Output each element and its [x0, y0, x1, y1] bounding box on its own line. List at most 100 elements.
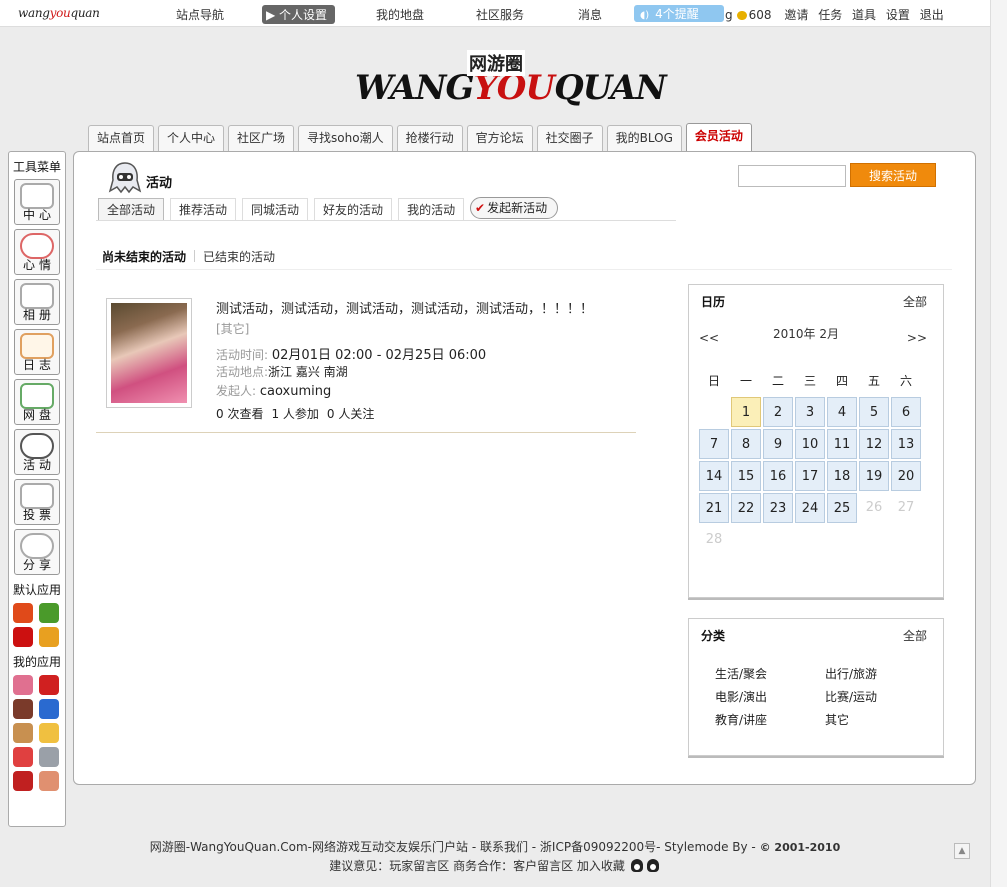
calendar-day[interactable]: 20	[891, 461, 921, 491]
tool-share[interactable]: 分享	[14, 529, 60, 575]
tab-community-square[interactable]: 社区广场	[228, 125, 295, 151]
reminder-badge[interactable]: ◖) 4个提醒	[634, 5, 724, 22]
nav-my-space[interactable]: 我的地盘	[376, 6, 424, 23]
avatar-app-icon[interactable]	[13, 675, 33, 695]
tab-social-circles[interactable]: 社交圈子	[536, 125, 603, 151]
category-item[interactable]: 生活/聚会	[715, 665, 825, 682]
subtab-all[interactable]: 全部活动	[98, 198, 165, 220]
category-all-link[interactable]: 全部	[903, 627, 927, 644]
calendar-day[interactable]: 25	[827, 493, 857, 523]
puppy-app-icon[interactable]	[13, 723, 33, 743]
calendar-day[interactable]: 2	[763, 397, 793, 427]
tab-official-forum[interactable]: 官方论坛	[466, 125, 533, 151]
rabbit-app-icon[interactable]	[13, 603, 33, 623]
calendar-day[interactable]: 8	[731, 429, 761, 459]
sprout-app-icon[interactable]	[39, 603, 59, 623]
vertical-scrollbar[interactable]	[990, 0, 1007, 887]
calendar-day[interactable]: 22	[731, 493, 761, 523]
calendar-day[interactable]: 10	[795, 429, 825, 459]
calendar-day[interactable]: 14	[699, 461, 729, 491]
tool-blog[interactable]: 日志	[14, 329, 60, 375]
tool-activity[interactable]: 活动	[14, 429, 60, 475]
house-app-icon[interactable]	[13, 747, 33, 767]
calendar-day[interactable]: 6	[891, 397, 921, 427]
calendar-all-link[interactable]: 全部	[903, 293, 927, 310]
filter-ended[interactable]: 已结束的活动	[203, 250, 275, 264]
activity-organizer-link[interactable]: caoxuming	[260, 384, 331, 399]
calendar-day[interactable]: 21	[699, 493, 729, 523]
username-tail[interactable]: g	[725, 8, 733, 22]
tool-album[interactable]: 相册	[14, 279, 60, 325]
qq-icon[interactable]	[630, 859, 643, 872]
nav-community[interactable]: 社区服务	[476, 6, 524, 23]
link-logout[interactable]: 退出	[920, 8, 944, 22]
calendar-day[interactable]: 18	[827, 461, 857, 491]
category-item[interactable]: 出行/旅游	[825, 665, 935, 682]
tab-my-blog[interactable]: 我的BLOG	[606, 125, 682, 151]
category-item[interactable]: 比赛/运动	[825, 688, 935, 705]
calendar-next-button[interactable]: >>	[907, 331, 927, 345]
category-item[interactable]: 电影/演出	[715, 688, 825, 705]
site-logo-small[interactable]: wangyouquan	[18, 6, 100, 20]
fighter-app-icon[interactable]	[13, 699, 33, 719]
link-invite[interactable]: 邀请	[784, 8, 808, 22]
subtab-mine[interactable]: 我的活动	[398, 198, 465, 220]
link-tasks[interactable]: 任务	[818, 8, 842, 22]
activity-thumbnail[interactable]	[106, 298, 192, 408]
calendar-prev-button[interactable]: <<	[699, 331, 719, 345]
chart-app-icon[interactable]	[39, 699, 59, 719]
tab-find-soho[interactable]: 寻找soho潮人	[298, 125, 393, 151]
search-activity-button[interactable]: 搜索活动	[850, 163, 936, 187]
calendar-day[interactable]: 24	[795, 493, 825, 523]
activity-category-tag[interactable]: [其它]	[216, 320, 249, 337]
pen-app-icon[interactable]	[39, 675, 59, 695]
subtab-friends[interactable]: 好友的活动	[314, 198, 393, 220]
subtab-recommended[interactable]: 推荐活动	[170, 198, 237, 220]
calendar-day[interactable]: 13	[891, 429, 921, 459]
calendar-day[interactable]: 23	[763, 493, 793, 523]
tab-personal-center[interactable]: 个人中心	[158, 125, 225, 151]
tool-vote[interactable]: 投票	[14, 479, 60, 525]
subtab-same-city[interactable]: 同城活动	[242, 198, 309, 220]
nav-site-guide[interactable]: 站点导航	[176, 6, 224, 23]
back-to-top-icon[interactable]: ▲	[954, 843, 970, 859]
qq-icon[interactable]	[646, 859, 659, 872]
tool-mood[interactable]: 心情	[14, 229, 60, 275]
link-settings[interactable]: 设置	[886, 8, 910, 22]
category-item[interactable]: 其它	[825, 711, 935, 728]
activity-title[interactable]: 测试活动，测试活动，测试活动，测试活动，测试活动，！！！！	[216, 298, 593, 317]
footer-links[interactable]: 网游圈-WangYouQuan.Com-网络游戏互动交友娱乐门户站 - 联系我们…	[150, 840, 756, 854]
calendar-day[interactable]: 9	[763, 429, 793, 459]
red-cross-app-icon[interactable]	[13, 627, 33, 647]
calendar-day[interactable]: 17	[795, 461, 825, 491]
calendar-day[interactable]: 4	[827, 397, 857, 427]
flask-app-icon[interactable]	[39, 723, 59, 743]
calendar-day[interactable]: 7	[699, 429, 729, 459]
calendar-day[interactable]: 12	[859, 429, 889, 459]
footer-feedback-links[interactable]: 建议意见：玩家留言区 商务合作：客户留言区 加入收藏	[329, 859, 625, 873]
site-logo[interactable]: WANGYOUQUAN 网游圈	[355, 50, 667, 110]
filter-ongoing[interactable]: 尚未结束的活动	[102, 250, 186, 264]
tools-app-icon[interactable]	[39, 747, 59, 767]
calendar-day[interactable]: 5	[859, 397, 889, 427]
activity-search-input[interactable]	[738, 165, 846, 187]
category-item[interactable]: 教育/讲座	[715, 711, 825, 728]
nav-personal-settings[interactable]: ▶ 个人设置	[262, 5, 336, 24]
nav-messages[interactable]: 消息	[578, 6, 602, 23]
game-app-icon[interactable]	[39, 627, 59, 647]
calendar-day[interactable]: 3	[795, 397, 825, 427]
ball-app-icon[interactable]	[13, 771, 33, 791]
calendar-day[interactable]: 15	[731, 461, 761, 491]
new-activity-button[interactable]: ✔ 发起新活动	[470, 197, 559, 219]
calendar-day-today[interactable]: 1	[731, 397, 761, 427]
tab-floor-grab[interactable]: 抢楼行动	[396, 125, 463, 151]
tool-center[interactable]: 中心	[14, 179, 60, 225]
calendar-day[interactable]: 19	[859, 461, 889, 491]
tool-netdisk[interactable]: 网盘	[14, 379, 60, 425]
clown-app-icon[interactable]	[39, 771, 59, 791]
tab-member-activities[interactable]: 会员活动	[685, 123, 752, 151]
link-items[interactable]: 道具	[852, 8, 876, 22]
calendar-day[interactable]: 11	[827, 429, 857, 459]
tab-site-home[interactable]: 站点首页	[88, 125, 155, 151]
calendar-day[interactable]: 16	[763, 461, 793, 491]
